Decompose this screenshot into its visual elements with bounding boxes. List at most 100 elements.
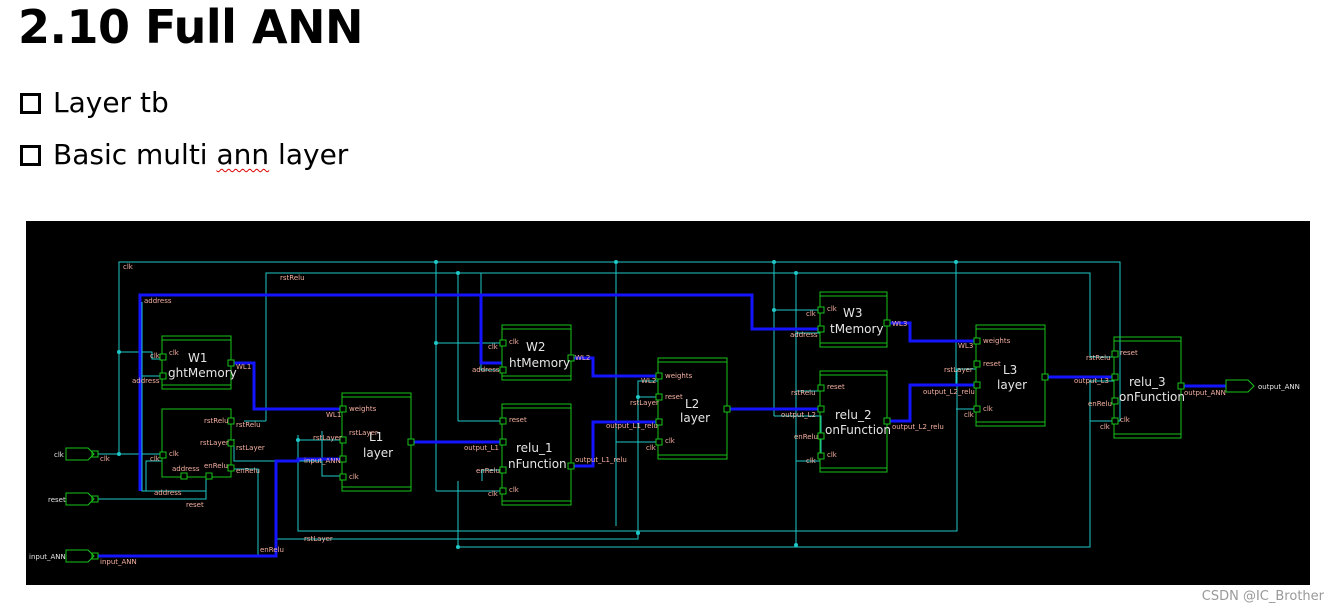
- port-label: clk: [1120, 416, 1131, 424]
- net-label: address: [144, 297, 172, 305]
- port-label: output_L1_relu: [606, 422, 658, 430]
- net-label: clk: [123, 263, 134, 271]
- port-label: output_L1: [464, 444, 499, 452]
- port-label: rstLayer: [349, 429, 378, 437]
- net-label: clk: [150, 455, 161, 463]
- port-label: enRelu: [794, 433, 818, 441]
- port-label: clk: [827, 451, 838, 459]
- relu2-name: relu_2: [835, 408, 872, 422]
- net-label: WL3: [958, 342, 973, 350]
- port-label: clk: [169, 450, 180, 458]
- input-label-clk: clk: [54, 451, 65, 459]
- net-label: WL2: [641, 377, 656, 385]
- net-label: enRelu: [260, 546, 284, 554]
- net-label: rstLayer: [236, 444, 265, 452]
- w2-name: W2: [526, 340, 546, 354]
- checkbox-icon: [20, 92, 41, 114]
- net-label: rstRelu: [280, 274, 305, 282]
- port-label: clk: [349, 473, 360, 481]
- port-label: weights: [349, 405, 377, 413]
- port-label: reset: [665, 393, 683, 401]
- port-label: enRelu: [1088, 400, 1112, 408]
- port-label: WL2: [575, 354, 590, 362]
- w1-label: ghtMemory: [168, 366, 237, 380]
- w3-label: tMemory: [830, 322, 884, 336]
- spellcheck-word: ann: [216, 138, 270, 171]
- net-label: clk: [100, 455, 111, 463]
- io-labels: clk reset input_ANN output_ANN: [29, 383, 1300, 561]
- wires: [94, 261, 1121, 557]
- net-label: reset: [186, 501, 204, 509]
- port-label: weights: [983, 337, 1011, 345]
- port-label: output_L2_relu: [892, 423, 944, 431]
- output-label-output-ann: output_ANN: [1258, 383, 1300, 391]
- net-label: WL1: [326, 411, 341, 419]
- block-labels: W1 ghtMemory L1 layer W2 htMemory relu_1…: [168, 306, 1185, 471]
- port-label: address: [790, 331, 818, 339]
- port-label: enRelu: [476, 467, 500, 475]
- bullet-item: Basic multi ann layer: [20, 138, 348, 172]
- input-label-reset: reset: [48, 496, 66, 504]
- port-label: clk: [665, 437, 676, 445]
- port-label: output_L1_relu: [575, 456, 627, 464]
- l2-name: L2: [685, 397, 699, 411]
- net-label: rstLayer: [304, 535, 333, 543]
- net-label: address: [132, 377, 160, 385]
- net-label: clk: [806, 310, 817, 318]
- port-label: rstRelu: [204, 417, 229, 425]
- net-label: address: [154, 489, 182, 497]
- input-ann-pad: [65, 549, 95, 563]
- port-label: output_ANN: [1184, 389, 1226, 397]
- l3-name: L3: [1003, 363, 1017, 377]
- net-label: clk: [964, 411, 975, 419]
- port-label: reset: [983, 360, 1001, 368]
- net-label: rstRelu: [1086, 354, 1111, 362]
- net-label: clk: [488, 490, 499, 498]
- relu2-label: onFunction: [825, 423, 891, 437]
- net-label: clk: [646, 444, 657, 452]
- port-label: clk: [827, 305, 838, 313]
- clk-input-pad: [65, 447, 95, 461]
- net-label: rstLayer: [944, 366, 973, 374]
- input-label-input-ann: input_ANN: [29, 553, 66, 561]
- port-label: WL3: [892, 320, 907, 328]
- relu1-label: nFunction: [508, 457, 567, 471]
- port-label: clk: [509, 338, 520, 346]
- relu1-name: relu_1: [516, 441, 553, 455]
- bullet-text: layer: [269, 138, 349, 171]
- reset-input-pad: [65, 492, 95, 506]
- net-label: rstRelu: [236, 421, 261, 429]
- w1-name: W1: [188, 351, 208, 365]
- w3-name: W3: [843, 306, 863, 320]
- net-label: rstRelu: [791, 389, 816, 397]
- l3-label: layer: [997, 378, 1027, 392]
- w2-label: htMemory: [509, 356, 570, 370]
- port-label: reset: [827, 383, 845, 391]
- checkbox-icon: [20, 144, 41, 166]
- port-label: reset: [509, 416, 527, 424]
- net-label: input_ANN: [100, 558, 137, 566]
- port-label: weights: [665, 372, 693, 380]
- bullet-text: Basic multi: [53, 138, 217, 171]
- port-label: address: [472, 366, 500, 374]
- net-label: rstLayer: [313, 434, 342, 442]
- port-labels: clk clk address WL1 rstRelu rstLayer clk…: [100, 263, 1226, 566]
- relu3-label: onFunction: [1119, 390, 1185, 404]
- port-label: clk: [169, 349, 180, 357]
- net-label: rstLayer: [630, 399, 659, 407]
- port-label: rstLayer: [200, 439, 229, 447]
- l2-label: layer: [680, 411, 710, 425]
- net-label: clk: [1100, 423, 1111, 431]
- net-label: clk: [488, 343, 499, 351]
- relu3-name: relu_3: [1129, 375, 1166, 389]
- output-ann-pad: [1225, 379, 1255, 393]
- l1-label: layer: [363, 446, 393, 460]
- port-label: clk: [983, 405, 994, 413]
- net-label: enRelu: [236, 467, 260, 475]
- bullet-text: Layer tb: [53, 86, 169, 119]
- net-label: clk: [806, 457, 817, 465]
- net-label: clk: [150, 352, 161, 360]
- port-label: reset: [1120, 349, 1138, 357]
- watermark: CSDN @IC_Brother: [1201, 589, 1324, 604]
- port-label: address: [172, 465, 200, 473]
